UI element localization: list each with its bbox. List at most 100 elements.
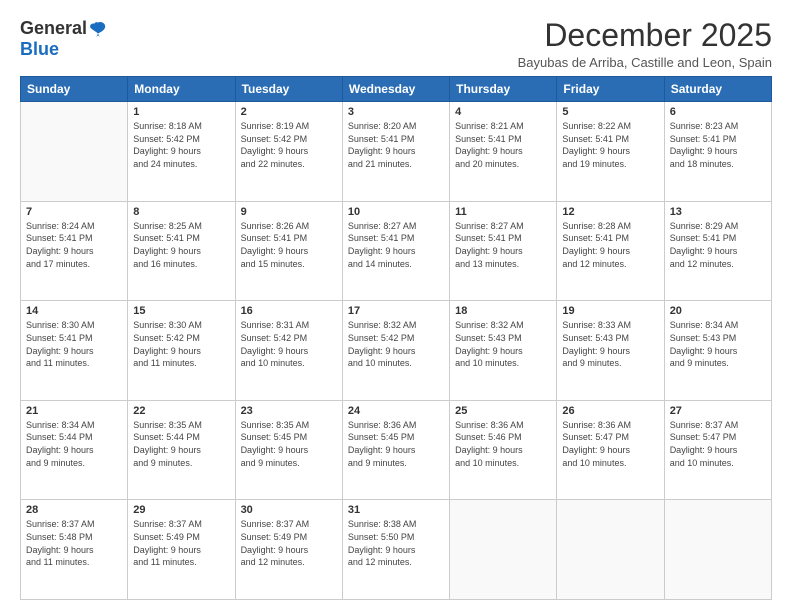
col-tuesday: Tuesday bbox=[235, 77, 342, 102]
day-info: Sunrise: 8:18 AM Sunset: 5:42 PM Dayligh… bbox=[133, 120, 229, 170]
calendar-table: Sunday Monday Tuesday Wednesday Thursday… bbox=[20, 76, 772, 600]
col-monday: Monday bbox=[128, 77, 235, 102]
day-info: Sunrise: 8:20 AM Sunset: 5:41 PM Dayligh… bbox=[348, 120, 444, 170]
day-info: Sunrise: 8:26 AM Sunset: 5:41 PM Dayligh… bbox=[241, 220, 337, 270]
day-number: 20 bbox=[670, 305, 766, 317]
day-number: 27 bbox=[670, 405, 766, 417]
table-row: 13Sunrise: 8:29 AM Sunset: 5:41 PM Dayli… bbox=[664, 201, 771, 301]
col-wednesday: Wednesday bbox=[342, 77, 449, 102]
day-number: 2 bbox=[241, 106, 337, 118]
day-info: Sunrise: 8:36 AM Sunset: 5:47 PM Dayligh… bbox=[562, 419, 658, 469]
logo-general-text: General bbox=[20, 18, 87, 39]
day-info: Sunrise: 8:37 AM Sunset: 5:48 PM Dayligh… bbox=[26, 518, 122, 568]
day-number: 15 bbox=[133, 305, 229, 317]
day-info: Sunrise: 8:37 AM Sunset: 5:49 PM Dayligh… bbox=[241, 518, 337, 568]
day-number: 14 bbox=[26, 305, 122, 317]
month-title: December 2025 bbox=[518, 18, 772, 53]
col-saturday: Saturday bbox=[664, 77, 771, 102]
table-row: 31 Sunrise: 8:38 AM Sunset: 5:50 PM Dayli… bbox=[342, 500, 449, 600]
day-number: 16 bbox=[241, 305, 337, 317]
day-info: Sunrise: 8:22 AM Sunset: 5:41 PM Dayligh… bbox=[562, 120, 658, 170]
table-row: 5 Sunrise: 8:22 AM Sunset: 5:41 PM Daylig… bbox=[557, 102, 664, 202]
day-number: 10 bbox=[348, 206, 444, 218]
day-number: 22 bbox=[133, 405, 229, 417]
table-row: 24 Sunrise: 8:36 AM Sunset: 5:45 PM Dayli… bbox=[342, 400, 449, 500]
day-info: Sunrise: 8:27 AM Sunset: 5:41 PM Dayligh… bbox=[455, 220, 551, 270]
day-number: 1 bbox=[133, 106, 229, 118]
table-row: 23 Sunrise: 8:35 AM Sunset: 5:45 PM Dayli… bbox=[235, 400, 342, 500]
table-row: 25Sunrise: 8:36 AM Sunset: 5:46 PM Dayli… bbox=[450, 400, 557, 500]
table-row: 15Sunrise: 8:30 AM Sunset: 5:42 PM Dayli… bbox=[128, 301, 235, 401]
day-number: 4 bbox=[455, 106, 551, 118]
table-row: 6Sunrise: 8:23 AM Sunset: 5:41 PM Daylig… bbox=[664, 102, 771, 202]
day-number: 9 bbox=[241, 206, 337, 218]
table-row: 4 Sunrise: 8:21 AM Sunset: 5:41 PM Daylig… bbox=[450, 102, 557, 202]
logo: General Blue bbox=[20, 18, 107, 60]
day-number: 31 bbox=[348, 504, 444, 516]
table-row: 12 Sunrise: 8:28 AM Sunset: 5:41 PM Dayli… bbox=[557, 201, 664, 301]
table-row: 16 Sunrise: 8:31 AM Sunset: 5:42 PM Dayli… bbox=[235, 301, 342, 401]
table-row: 26Sunrise: 8:36 AM Sunset: 5:47 PM Dayli… bbox=[557, 400, 664, 500]
table-row: 27 Sunrise: 8:37 AM Sunset: 5:47 PM Dayli… bbox=[664, 400, 771, 500]
day-info: Sunrise: 8:37 AM Sunset: 5:49 PM Dayligh… bbox=[133, 518, 229, 568]
table-row: 19 Sunrise: 8:33 AM Sunset: 5:43 PM Dayli… bbox=[557, 301, 664, 401]
day-info: Sunrise: 8:32 AM Sunset: 5:43 PM Dayligh… bbox=[455, 319, 551, 369]
day-number: 12 bbox=[562, 206, 658, 218]
table-row: 9 Sunrise: 8:26 AM Sunset: 5:41 PM Daylig… bbox=[235, 201, 342, 301]
calendar-week-row: 1 Sunrise: 8:18 AM Sunset: 5:42 PM Daylig… bbox=[21, 102, 772, 202]
table-row: 14 Sunrise: 8:30 AM Sunset: 5:41 PM Dayli… bbox=[21, 301, 128, 401]
calendar-header-row: Sunday Monday Tuesday Wednesday Thursday… bbox=[21, 77, 772, 102]
day-number: 19 bbox=[562, 305, 658, 317]
day-info: Sunrise: 8:36 AM Sunset: 5:45 PM Dayligh… bbox=[348, 419, 444, 469]
day-number: 30 bbox=[241, 504, 337, 516]
day-number: 11 bbox=[455, 206, 551, 218]
table-row: 22 Sunrise: 8:35 AM Sunset: 5:44 PM Dayli… bbox=[128, 400, 235, 500]
day-number: 29 bbox=[133, 504, 229, 516]
day-info: Sunrise: 8:21 AM Sunset: 5:41 PM Dayligh… bbox=[455, 120, 551, 170]
table-row: 20 Sunrise: 8:34 AM Sunset: 5:43 PM Dayli… bbox=[664, 301, 771, 401]
day-number: 17 bbox=[348, 305, 444, 317]
day-number: 8 bbox=[133, 206, 229, 218]
table-row: 8 Sunrise: 8:25 AM Sunset: 5:41 PM Daylig… bbox=[128, 201, 235, 301]
title-block: December 2025 Bayubas de Arriba, Castill… bbox=[518, 18, 772, 70]
day-info: Sunrise: 8:23 AM Sunset: 5:41 PM Dayligh… bbox=[670, 120, 766, 170]
location-subtitle: Bayubas de Arriba, Castille and Leon, Sp… bbox=[518, 55, 772, 70]
table-row: 7Sunrise: 8:24 AM Sunset: 5:41 PM Daylig… bbox=[21, 201, 128, 301]
table-row: 30 Sunrise: 8:37 AM Sunset: 5:49 PM Dayli… bbox=[235, 500, 342, 600]
day-number: 5 bbox=[562, 106, 658, 118]
day-info: Sunrise: 8:24 AM Sunset: 5:41 PM Dayligh… bbox=[26, 220, 122, 270]
day-number: 21 bbox=[26, 405, 122, 417]
day-info: Sunrise: 8:28 AM Sunset: 5:41 PM Dayligh… bbox=[562, 220, 658, 270]
day-number: 3 bbox=[348, 106, 444, 118]
table-row: 17Sunrise: 8:32 AM Sunset: 5:42 PM Dayli… bbox=[342, 301, 449, 401]
header: General Blue December 2025 Bayubas de Ar… bbox=[20, 18, 772, 70]
day-info: Sunrise: 8:30 AM Sunset: 5:41 PM Dayligh… bbox=[26, 319, 122, 369]
day-info: Sunrise: 8:25 AM Sunset: 5:41 PM Dayligh… bbox=[133, 220, 229, 270]
day-info: Sunrise: 8:35 AM Sunset: 5:45 PM Dayligh… bbox=[241, 419, 337, 469]
day-info: Sunrise: 8:35 AM Sunset: 5:44 PM Dayligh… bbox=[133, 419, 229, 469]
table-row: 1 Sunrise: 8:18 AM Sunset: 5:42 PM Daylig… bbox=[128, 102, 235, 202]
day-info: Sunrise: 8:27 AM Sunset: 5:41 PM Dayligh… bbox=[348, 220, 444, 270]
day-info: Sunrise: 8:34 AM Sunset: 5:43 PM Dayligh… bbox=[670, 319, 766, 369]
table-row: 28 Sunrise: 8:37 AM Sunset: 5:48 PM Dayli… bbox=[21, 500, 128, 600]
calendar-page: General Blue December 2025 Bayubas de Ar… bbox=[0, 0, 792, 612]
table-row: 18Sunrise: 8:32 AM Sunset: 5:43 PM Dayli… bbox=[450, 301, 557, 401]
day-number: 23 bbox=[241, 405, 337, 417]
col-sunday: Sunday bbox=[21, 77, 128, 102]
col-friday: Friday bbox=[557, 77, 664, 102]
calendar-week-row: 21 Sunrise: 8:34 AM Sunset: 5:44 PM Dayli… bbox=[21, 400, 772, 500]
day-info: Sunrise: 8:38 AM Sunset: 5:50 PM Dayligh… bbox=[348, 518, 444, 568]
day-info: Sunrise: 8:31 AM Sunset: 5:42 PM Dayligh… bbox=[241, 319, 337, 369]
day-info: Sunrise: 8:34 AM Sunset: 5:44 PM Dayligh… bbox=[26, 419, 122, 469]
day-number: 25 bbox=[455, 405, 551, 417]
calendar-week-row: 7Sunrise: 8:24 AM Sunset: 5:41 PM Daylig… bbox=[21, 201, 772, 301]
day-number: 24 bbox=[348, 405, 444, 417]
calendar-week-row: 14 Sunrise: 8:30 AM Sunset: 5:41 PM Dayli… bbox=[21, 301, 772, 401]
table-row: 29 Sunrise: 8:37 AM Sunset: 5:49 PM Dayli… bbox=[128, 500, 235, 600]
day-info: Sunrise: 8:37 AM Sunset: 5:47 PM Dayligh… bbox=[670, 419, 766, 469]
day-number: 28 bbox=[26, 504, 122, 516]
calendar-week-row: 28 Sunrise: 8:37 AM Sunset: 5:48 PM Dayli… bbox=[21, 500, 772, 600]
day-info: Sunrise: 8:33 AM Sunset: 5:43 PM Dayligh… bbox=[562, 319, 658, 369]
table-row: 10 Sunrise: 8:27 AM Sunset: 5:41 PM Dayli… bbox=[342, 201, 449, 301]
col-thursday: Thursday bbox=[450, 77, 557, 102]
